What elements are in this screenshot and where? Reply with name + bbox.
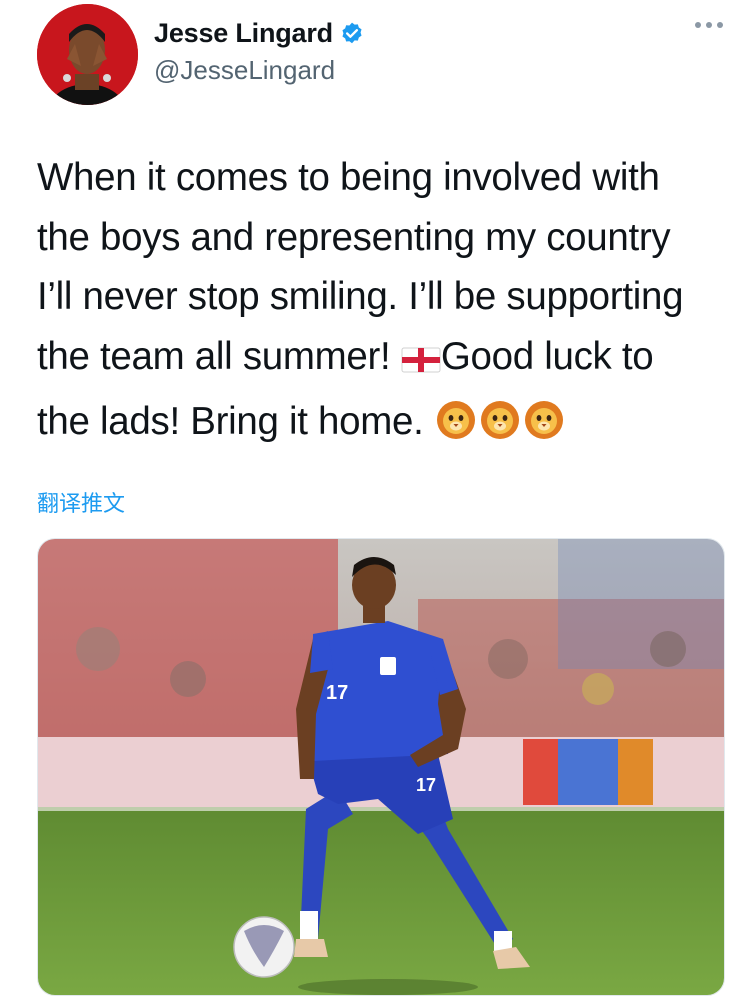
tweet-line-text: the lads! Bring it home. xyxy=(37,400,434,443)
tweet-line: When it comes to being involved with xyxy=(37,156,660,199)
avatar[interactable] xyxy=(37,4,138,105)
verified-badge-icon xyxy=(339,21,365,47)
tweet-line: the team all summer! Good luck to xyxy=(37,327,727,393)
shirt-number: 17 xyxy=(326,682,348,704)
tweet-line: the boys and representing my country xyxy=(37,215,671,259)
lion-face-icon xyxy=(478,398,522,458)
tweet-line-text: Good luck to xyxy=(440,334,654,378)
lion-face-icon xyxy=(522,398,566,458)
avatar-photo xyxy=(37,4,138,105)
tweet-line: the lads! Bring it home. xyxy=(37,392,727,458)
more-options-icon[interactable] xyxy=(695,22,723,28)
author-handle[interactable]: @JesseLingard xyxy=(154,55,365,86)
tweet-line-text: the team all summer! xyxy=(37,334,401,378)
author-name[interactable]: Jesse Lingard xyxy=(154,18,333,49)
tweet-media-photo[interactable]: 17 17 xyxy=(37,538,725,996)
shorts-number: 17 xyxy=(416,775,436,795)
tweet-text: When it comes to being involved with the… xyxy=(37,148,727,458)
tweet-line: I’ll never stop smiling. I’ll be support… xyxy=(37,275,684,318)
england-flag-icon xyxy=(401,333,441,393)
author-info: Jesse Lingard @JesseLingard xyxy=(154,18,365,86)
lion-face-icon xyxy=(434,398,478,458)
translate-tweet-link[interactable]: 翻译推文 xyxy=(37,486,125,518)
